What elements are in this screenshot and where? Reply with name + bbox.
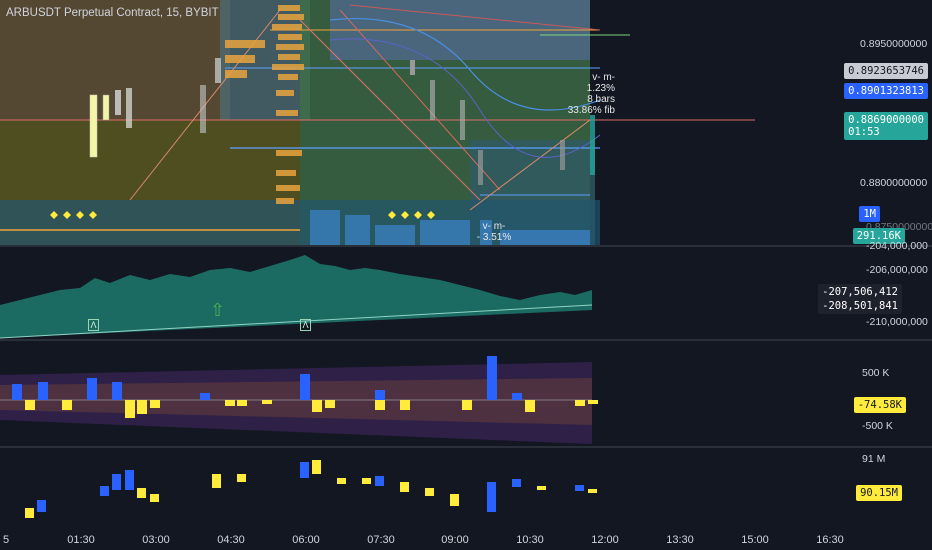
- annotation-line: v- m-: [482, 221, 506, 232]
- pane-histogram: [0, 356, 598, 444]
- current-price: 0.8869000000: [848, 114, 924, 126]
- time-label: 01:30: [67, 534, 95, 546]
- annotation-line: v- m-: [592, 72, 615, 83]
- time-label: 13:30: [666, 534, 694, 546]
- pane2-axis-label: -204,000,000: [866, 240, 928, 252]
- up-arrow-icon: ⇧: [210, 300, 226, 320]
- price-axis-label: 0.8800000000: [860, 177, 928, 189]
- time-label: 09:00: [441, 534, 469, 546]
- annotation-line: 1.23%: [586, 83, 615, 94]
- main-pane: [0, 0, 755, 245]
- time-label: 07:30: [367, 534, 395, 546]
- pane2-axis-label: -206,000,000: [866, 264, 928, 276]
- marker-icon: Λ: [88, 319, 99, 331]
- pane4-axis-label: 91 M: [862, 453, 886, 465]
- pane3-axis-label: 500 K: [862, 367, 890, 379]
- volume-scale-tag: 1M: [859, 206, 880, 222]
- annotation-line: - 3.51%: [476, 232, 512, 243]
- time-label: 03:00: [142, 534, 170, 546]
- chart-canvas[interactable]: [0, 0, 932, 550]
- time-label: 15:00: [741, 534, 769, 546]
- time-label: 5: [2, 534, 10, 546]
- price-tag-1: 0.8923653746: [844, 63, 928, 79]
- time-label: 12:00: [591, 534, 619, 546]
- time-label: 10:30: [516, 534, 544, 546]
- time-label: 06:00: [292, 534, 320, 546]
- pane2-axis-label: -210,000,000: [866, 316, 928, 328]
- price-axis-label: 0.8950000000: [860, 38, 928, 50]
- time-label: 04:30: [217, 534, 245, 546]
- pane3-axis-label: -500 K: [862, 420, 893, 432]
- price-tag-current: 0.8869000000 01:53: [844, 112, 928, 140]
- marker-icon: Λ: [300, 319, 311, 331]
- time-label: 16:30: [816, 534, 844, 546]
- annotation-line: 8 bars: [587, 94, 615, 105]
- annotation-line: 33.86% fib: [567, 105, 615, 116]
- pane-volume-candles: [25, 460, 597, 518]
- price-tag-2: 0.8901323813: [844, 83, 928, 99]
- pane4-tag: 90.15M: [856, 485, 902, 501]
- chart-title: ARBUSDT Perpetual Contract, 15, BYBIT: [6, 7, 219, 19]
- pane3-tag: -74.58K: [853, 397, 906, 413]
- annotation-lower: v- m- - 3.51%: [470, 221, 518, 243]
- pane2-tag-b: -208,501,841: [818, 298, 902, 314]
- annotation-upper: v- m- 1.23% 8 bars 33.86% fib: [555, 72, 615, 116]
- bar-countdown: 01:53: [848, 126, 880, 138]
